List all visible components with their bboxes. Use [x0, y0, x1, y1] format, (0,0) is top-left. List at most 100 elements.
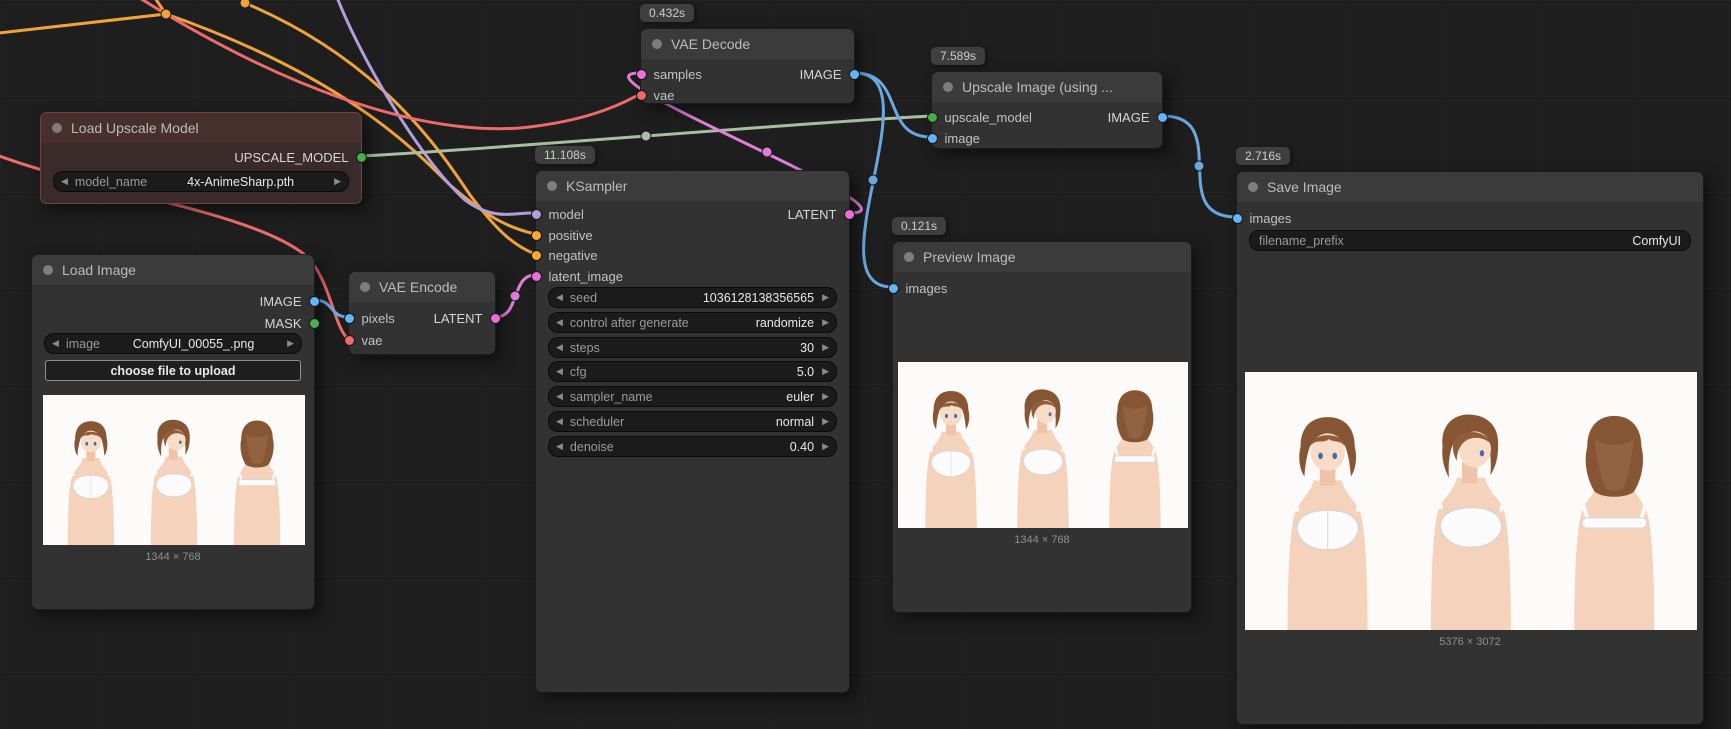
arrow-left-icon[interactable]: ◀: [556, 342, 563, 353]
arrow-right-icon[interactable]: ▶: [822, 317, 829, 328]
input-port-vae[interactable]: vae: [635, 88, 674, 103]
input-port-model[interactable]: model: [530, 207, 584, 222]
collapse-dot-icon[interactable]: [943, 82, 953, 92]
widget-control-after-generate[interactable]: ◀ control after generate randomize ▶: [548, 312, 837, 333]
output-port-upscale-model[interactable]: UPSCALE_MODEL: [234, 150, 367, 165]
link-image-to-upscale: [853, 71, 933, 139]
upload-button[interactable]: choose file to upload: [45, 360, 301, 381]
node-title: VAE Decode: [671, 36, 751, 52]
input-port-pixels[interactable]: pixels: [343, 311, 395, 326]
image-port-icon: [308, 295, 320, 307]
node-upscale-image[interactable]: Upscale Image (using ... upscale_model i…: [926, 71, 1168, 149]
collapse-dot-icon[interactable]: [652, 39, 662, 49]
node-load-upscale-model[interactable]: Load Upscale Model UPSCALE_MODEL ◀ model…: [40, 112, 367, 204]
arrow-left-icon[interactable]: ◀: [556, 391, 563, 402]
arrow-left-icon[interactable]: ◀: [556, 317, 563, 328]
latent-port-icon: [489, 312, 501, 324]
conditioning-port-icon: [530, 249, 542, 261]
reroute-dot[interactable]: [761, 146, 773, 158]
image-port-icon: [848, 68, 860, 80]
arrow-right-icon[interactable]: ▶: [822, 441, 829, 452]
widget-scheduler[interactable]: ◀ scheduler normal ▶: [548, 411, 837, 432]
vae-port-icon: [635, 89, 647, 101]
arrow-right-icon[interactable]: ▶: [822, 391, 829, 402]
output-port-latent[interactable]: LATENT: [788, 207, 855, 222]
vae-port-icon: [343, 334, 355, 346]
collapse-dot-icon[interactable]: [1248, 182, 1258, 192]
widget-denoise[interactable]: ◀ denoise 0.40 ▶: [548, 436, 837, 457]
image-port-icon: [343, 312, 355, 324]
arrow-left-icon[interactable]: ◀: [556, 292, 563, 303]
execution-time-badge: 0.432s: [640, 4, 695, 22]
node-title: Load Image: [62, 262, 136, 278]
widget-cfg[interactable]: ◀ cfg 5.0 ▶: [548, 361, 837, 382]
input-port-image[interactable]: image: [926, 131, 980, 146]
arrow-left-icon[interactable]: ◀: [556, 441, 563, 452]
reroute-dot[interactable]: [509, 290, 521, 302]
reroute-dot[interactable]: [867, 174, 879, 186]
node-title-bar: VAE Decode: [641, 29, 854, 59]
node-load-image[interactable]: Load Image IMAGE MASK ◀ image ComfyUI_00…: [31, 254, 320, 610]
collapse-dot-icon[interactable]: [547, 181, 557, 191]
arrow-right-icon[interactable]: ▶: [287, 338, 294, 349]
input-port-latent-image[interactable]: latent_image: [530, 269, 623, 284]
arrow-left-icon[interactable]: ◀: [556, 366, 563, 377]
input-port-vae[interactable]: vae: [343, 333, 382, 348]
model-port-icon: [530, 208, 542, 220]
arrow-right-icon[interactable]: ▶: [822, 416, 829, 427]
node-vae-decode[interactable]: VAE Decode samples vae IMAGE: [635, 28, 860, 104]
node-save-image[interactable]: Save Image images filename_prefix ComfyU…: [1231, 171, 1704, 725]
execution-time-badge: 0.121s: [892, 217, 947, 235]
collapse-dot-icon[interactable]: [52, 123, 62, 133]
arrow-right-icon[interactable]: ▶: [334, 176, 341, 187]
image-resolution-caption: 1344 × 768: [145, 551, 201, 563]
reroute-dot[interactable]: [160, 8, 172, 20]
arrow-right-icon[interactable]: ▶: [822, 292, 829, 303]
upscale-model-port-icon: [926, 111, 938, 123]
widget-sampler-name[interactable]: ◀ sampler_name euler ▶: [548, 386, 837, 407]
node-title: KSampler: [566, 178, 628, 194]
saved-image-thumbnail: [1245, 372, 1697, 630]
widget-seed[interactable]: ◀ seed 1036128138356565 ▶: [548, 287, 837, 308]
widget-image-file[interactable]: ◀ image ComfyUI_00055_.png ▶: [44, 333, 302, 354]
node-title-bar: VAE Encode: [349, 272, 495, 302]
node-title: Preview Image: [923, 249, 1016, 265]
collapse-dot-icon[interactable]: [360, 282, 370, 292]
input-port-negative[interactable]: negative: [530, 248, 598, 263]
input-port-positive[interactable]: positive: [530, 228, 593, 243]
mask-port-icon: [308, 317, 320, 329]
arrow-left-icon[interactable]: ◀: [61, 176, 68, 187]
node-title: Save Image: [1267, 179, 1342, 195]
arrow-right-icon[interactable]: ▶: [822, 342, 829, 353]
reroute-dot[interactable]: [640, 130, 652, 142]
input-port-upscale-model[interactable]: upscale_model: [926, 110, 1032, 125]
latent-port-icon: [843, 208, 855, 220]
output-port-image[interactable]: IMAGE: [1108, 110, 1168, 125]
image-resolution-caption: 1344 × 768: [1014, 534, 1070, 546]
collapse-dot-icon[interactable]: [904, 252, 914, 262]
arrow-left-icon[interactable]: ◀: [556, 416, 563, 427]
node-title-bar: Load Upscale Model: [41, 113, 361, 143]
input-port-images[interactable]: images: [887, 281, 947, 296]
node-preview-image[interactable]: Preview Image images 1344 × 768: [887, 241, 1192, 613]
widget-filename-prefix[interactable]: filename_prefix ComfyUI: [1249, 230, 1691, 251]
reroute-dot[interactable]: [239, 0, 251, 9]
arrow-left-icon[interactable]: ◀: [52, 338, 59, 349]
output-port-image[interactable]: IMAGE: [260, 294, 320, 309]
arrow-right-icon[interactable]: ▶: [822, 366, 829, 377]
node-vae-encode[interactable]: VAE Encode pixels vae LATENT: [343, 271, 501, 355]
output-port-mask[interactable]: MASK: [265, 316, 320, 331]
widget-steps[interactable]: ◀ steps 30 ▶: [548, 337, 837, 358]
input-port-images[interactable]: images: [1231, 211, 1291, 226]
collapse-dot-icon[interactable]: [43, 265, 53, 275]
input-port-samples[interactable]: samples: [635, 67, 702, 82]
reroute-dot[interactable]: [1193, 160, 1205, 172]
node-title-bar: Load Image: [32, 255, 314, 285]
link-vae-to-decode: [140, 0, 642, 131]
output-port-latent[interactable]: LATENT: [434, 311, 501, 326]
widget-model-name[interactable]: ◀ model_name 4x-AnimeSharp.pth ▶: [53, 171, 349, 192]
image-port-icon: [1156, 111, 1168, 123]
output-port-image[interactable]: IMAGE: [800, 67, 860, 82]
node-ksampler[interactable]: KSampler model positive negative latent_…: [530, 170, 855, 693]
node-title-bar: Save Image: [1237, 172, 1703, 202]
